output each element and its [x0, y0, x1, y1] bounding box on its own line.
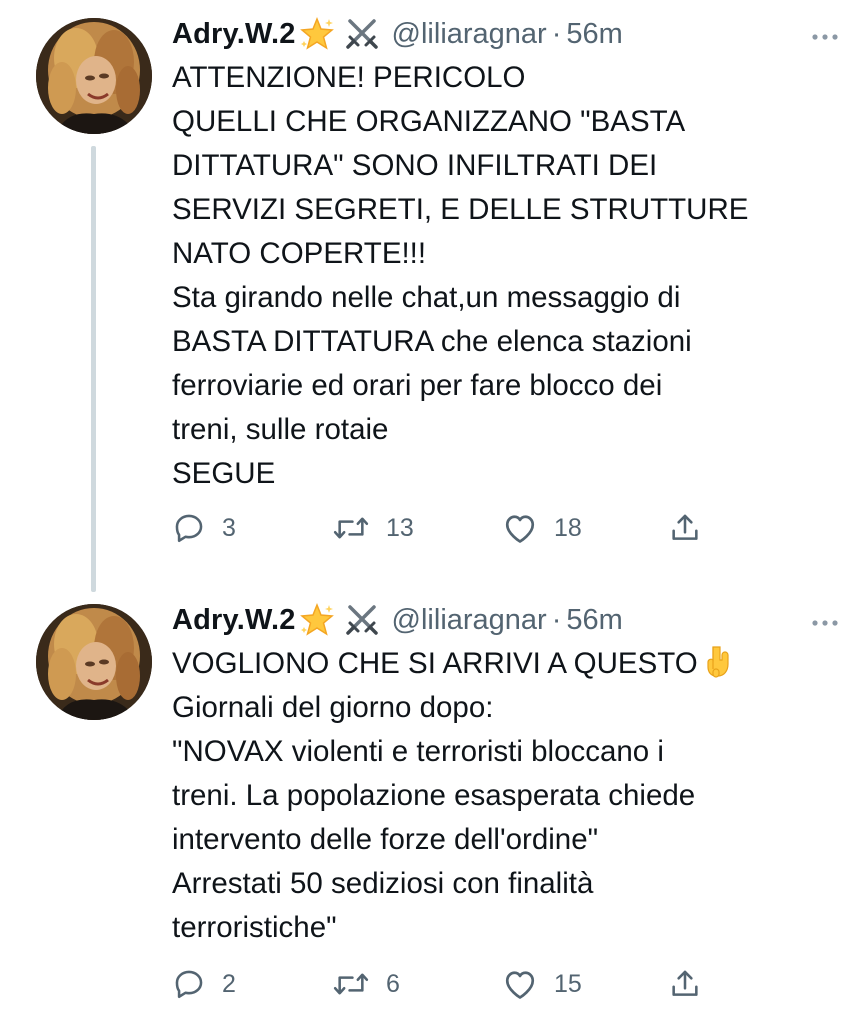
like-button[interactable]: 18 [502, 508, 582, 548]
reply-icon [175, 514, 203, 543]
tweet-text: VOGLIONO CHE SI ARRIVI A QUESTO Giornali… [172, 642, 812, 950]
avatar-image [36, 18, 152, 134]
like-count: 15 [554, 969, 582, 998]
share-button[interactable] [668, 964, 702, 1004]
share-button[interactable] [668, 508, 702, 548]
share-icon [672, 514, 698, 540]
text-line: SERVIZI SEGRETI, E DELLE STRUTTURE [172, 193, 749, 226]
author-name[interactable]: Adry.W.2 [172, 604, 296, 637]
text-line: Sta girando nelle chat,un messaggio di [172, 281, 681, 314]
star-emoji-icon [298, 15, 336, 53]
action-bar: 3 13 18 [172, 508, 732, 548]
tweet-header: Adry.W.2 @liliaragnar · 56m [172, 600, 838, 640]
like-button[interactable]: 15 [502, 964, 582, 1004]
text-line: DITTATURA" SONO INFILTRATI DEI [172, 149, 658, 182]
avatar[interactable] [36, 18, 152, 134]
avatar[interactable] [36, 604, 152, 720]
tweet-text: ATTENZIONE! PERICOLO QUELLI CHE ORGANIZZ… [172, 56, 812, 496]
like-count: 18 [554, 513, 582, 542]
text-line-content: VOGLIONO CHE SI ARRIVI A QUESTO [172, 647, 698, 680]
text-line: Giornali del giorno dopo: [172, 691, 494, 724]
star-emoji-icon [298, 601, 336, 639]
tweet-header: Adry.W.2 @liliaragnar · 56m [172, 14, 838, 54]
avatar-image [36, 604, 152, 720]
text-line: intervento delle forze dell'ordine" [172, 823, 599, 856]
separator-dot: · [551, 603, 562, 636]
retweet-button[interactable]: 13 [332, 508, 414, 548]
more-icon[interactable] [810, 22, 840, 42]
text-line: Arrestati 50 sediziosi con finalità [172, 867, 594, 900]
text-line: ferroviarie ed orari per fare blocco dei [172, 369, 663, 402]
action-bar: 2 6 15 [172, 964, 732, 1004]
text-line: BASTA DITTATURA che elenca stazioni [172, 325, 692, 358]
tweet-timestamp[interactable]: 56m [566, 18, 622, 51]
retweet-icon [333, 517, 369, 539]
tweet-timestamp[interactable]: 56m [566, 604, 622, 637]
text-line: NATO COPERTE!!! [172, 237, 427, 270]
text-line: terroristiche" [172, 911, 337, 944]
text-line: "NOVAX violenti e terroristi bloccano i [172, 735, 664, 768]
separator-dot: · [551, 17, 562, 50]
like-icon [505, 515, 535, 543]
retweet-count: 13 [386, 513, 414, 542]
like-icon [505, 971, 535, 999]
reply-count: 2 [222, 969, 236, 998]
crossed-swords-emoji-icon [344, 602, 380, 638]
reply-button[interactable]: 2 [172, 964, 236, 1004]
thread-line [91, 146, 96, 592]
reply-count: 3 [222, 513, 236, 542]
text-line: VOGLIONO CHE SI ARRIVI A QUESTO [172, 642, 812, 686]
author-name[interactable]: Adry.W.2 [172, 18, 296, 51]
text-line: SEGUE [172, 457, 276, 490]
more-icon[interactable] [810, 608, 840, 628]
pointing-down-emoji-icon [704, 645, 734, 679]
retweet-count: 6 [386, 969, 400, 998]
text-line: QUELLI CHE ORGANIZZANO "BASTA [172, 105, 686, 138]
author-handle[interactable]: @liliaragnar [392, 604, 547, 637]
text-line: treni, sulle rotaie [172, 413, 389, 446]
share-icon [672, 970, 698, 996]
text-line: ATTENZIONE! PERICOLO [172, 61, 526, 94]
text-line: treni. La popolazione esasperata chiede [172, 779, 696, 812]
retweet-icon [333, 973, 369, 995]
crossed-swords-emoji-icon [344, 16, 380, 52]
reply-icon [175, 970, 203, 999]
reply-button[interactable]: 3 [172, 508, 236, 548]
retweet-button[interactable]: 6 [332, 964, 400, 1004]
author-handle[interactable]: @liliaragnar [392, 18, 547, 51]
